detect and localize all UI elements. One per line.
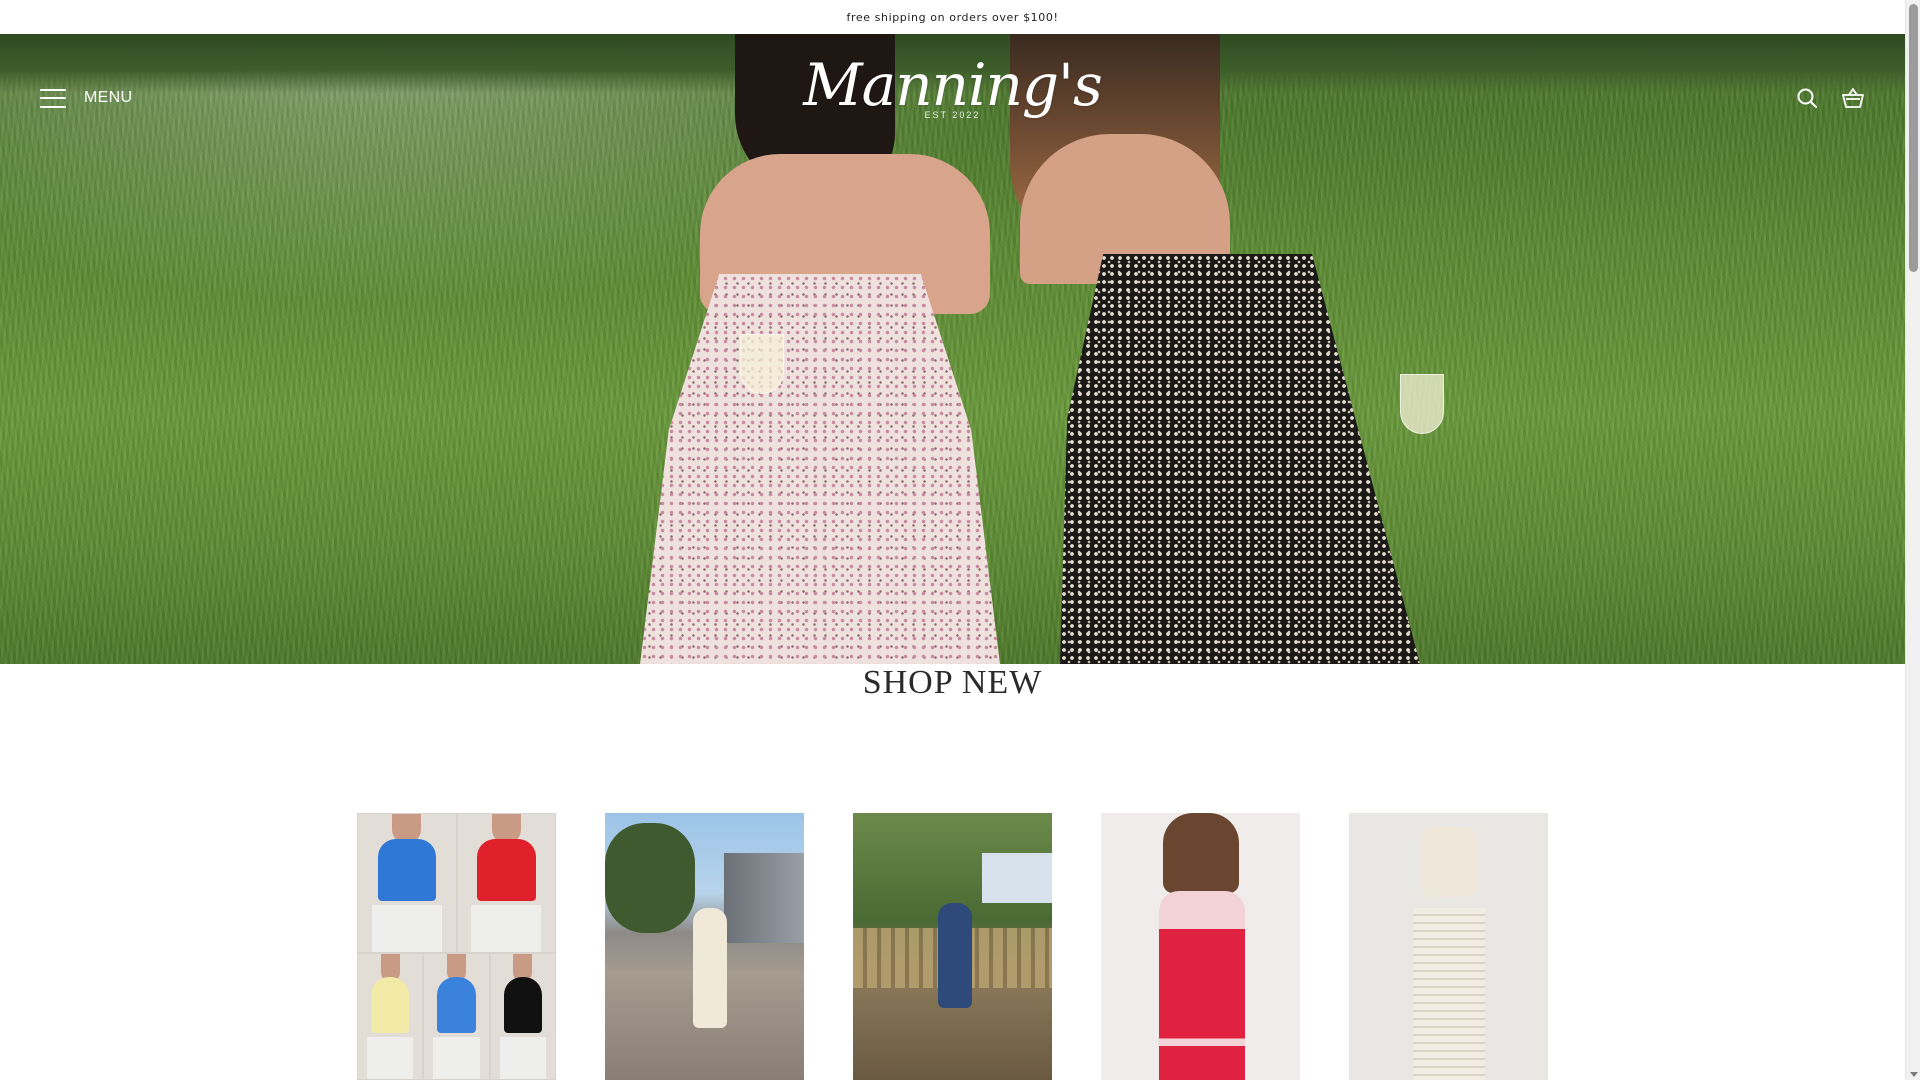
hamburger-icon[interactable]: [40, 88, 66, 108]
wine-glass-right: [1400, 374, 1444, 434]
menu-label[interactable]: MENU: [84, 89, 132, 107]
scrollbar-thumb[interactable]: [1909, 4, 1918, 272]
menu-button[interactable]: MENU: [40, 88, 132, 108]
logo-wordmark[interactable]: Manning's: [803, 56, 1102, 114]
product-photo-building: [724, 853, 804, 943]
product-card-floral-romper[interactable]: [605, 813, 804, 1080]
header-actions: [1795, 86, 1865, 110]
wine-glass-left: [740, 334, 784, 394]
page-scrollbar[interactable]: [1905, 0, 1920, 1080]
product-photo-model: [938, 903, 972, 1008]
product-image-tile: [357, 813, 457, 953]
product-photo-sky: [982, 853, 1052, 903]
product-card-tank-tops[interactable]: [357, 813, 556, 1080]
site-header: MENU Manning's EST 2022: [0, 34, 1905, 162]
product-grid: [357, 813, 1548, 1080]
announcement-text: free shipping on orders over $100!: [846, 10, 1059, 24]
product-image-row: [357, 953, 556, 1080]
product-image-tile: [456, 813, 556, 953]
search-icon[interactable]: [1795, 86, 1819, 110]
product-photo-skirt: [1413, 908, 1485, 1080]
product-photo-model-hair: [1163, 813, 1239, 893]
product-image-tile: [489, 953, 556, 1080]
cart-icon[interactable]: [1841, 86, 1865, 110]
product-photo-tree: [605, 823, 695, 933]
product-card-navy-romper[interactable]: [853, 813, 1052, 1080]
product-card-red-halter-dress[interactable]: [1101, 813, 1300, 1080]
shop-new-section: SHOP NEW: [0, 664, 1905, 1080]
section-title: SHOP NEW: [862, 664, 1043, 701]
product-image-tile: [423, 953, 490, 1080]
site-logo[interactable]: Manning's EST 2022: [803, 56, 1102, 120]
product-card-cream-two-piece[interactable]: [1349, 813, 1548, 1080]
product-photo-model: [693, 908, 727, 1028]
announcement-bar: free shipping on orders over $100!: [0, 0, 1905, 34]
product-photo-top: [1421, 827, 1477, 897]
page: free shipping on orders over $100! MENU …: [0, 0, 1905, 1080]
product-photo-dress: [1159, 891, 1245, 1080]
logo-established: EST 2022: [924, 110, 981, 120]
scroll-down-arrow-icon[interactable]: [1910, 1072, 1918, 1077]
product-image-tile: [357, 953, 424, 1080]
